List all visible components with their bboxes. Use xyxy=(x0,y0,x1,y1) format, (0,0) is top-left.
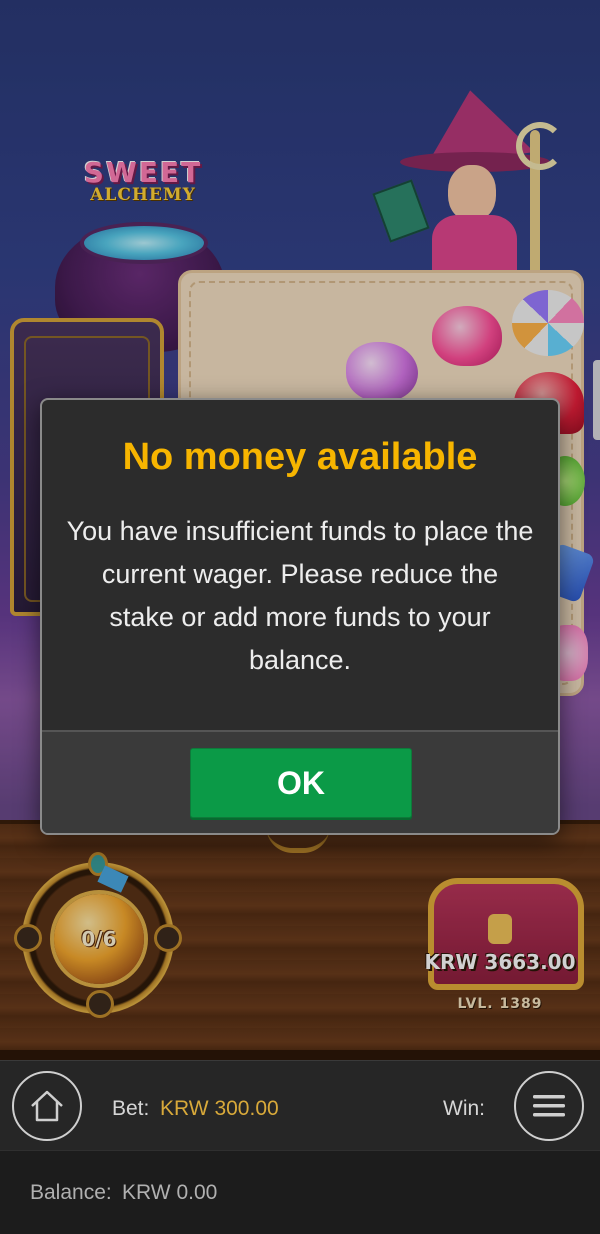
balance-label: Balance: xyxy=(30,1181,112,1204)
dialog-title: No money available xyxy=(122,436,478,478)
dialog-message: You have insufficient funds to place the… xyxy=(66,516,534,675)
bet-value[interactable]: KRW 300.00 xyxy=(160,1097,279,1121)
bottom-bar: Bet: KRW 300.00 Win: xyxy=(0,1060,600,1151)
home-button[interactable] xyxy=(12,1071,82,1141)
bet-label: Bet: xyxy=(112,1097,150,1120)
ok-button[interactable]: OK xyxy=(190,748,412,818)
balance-value: KRW 0.00 xyxy=(122,1181,218,1204)
home-icon xyxy=(31,1090,63,1122)
dialog-footer: OK xyxy=(42,730,558,833)
menu-button[interactable] xyxy=(514,1071,584,1141)
balance-bar: Balance: KRW 0.00 xyxy=(0,1150,600,1234)
win-label: Win: xyxy=(443,1097,485,1120)
hamburger-menu-icon xyxy=(533,1095,565,1117)
insufficient-funds-dialog: No money available You have insufficient… xyxy=(40,398,560,835)
